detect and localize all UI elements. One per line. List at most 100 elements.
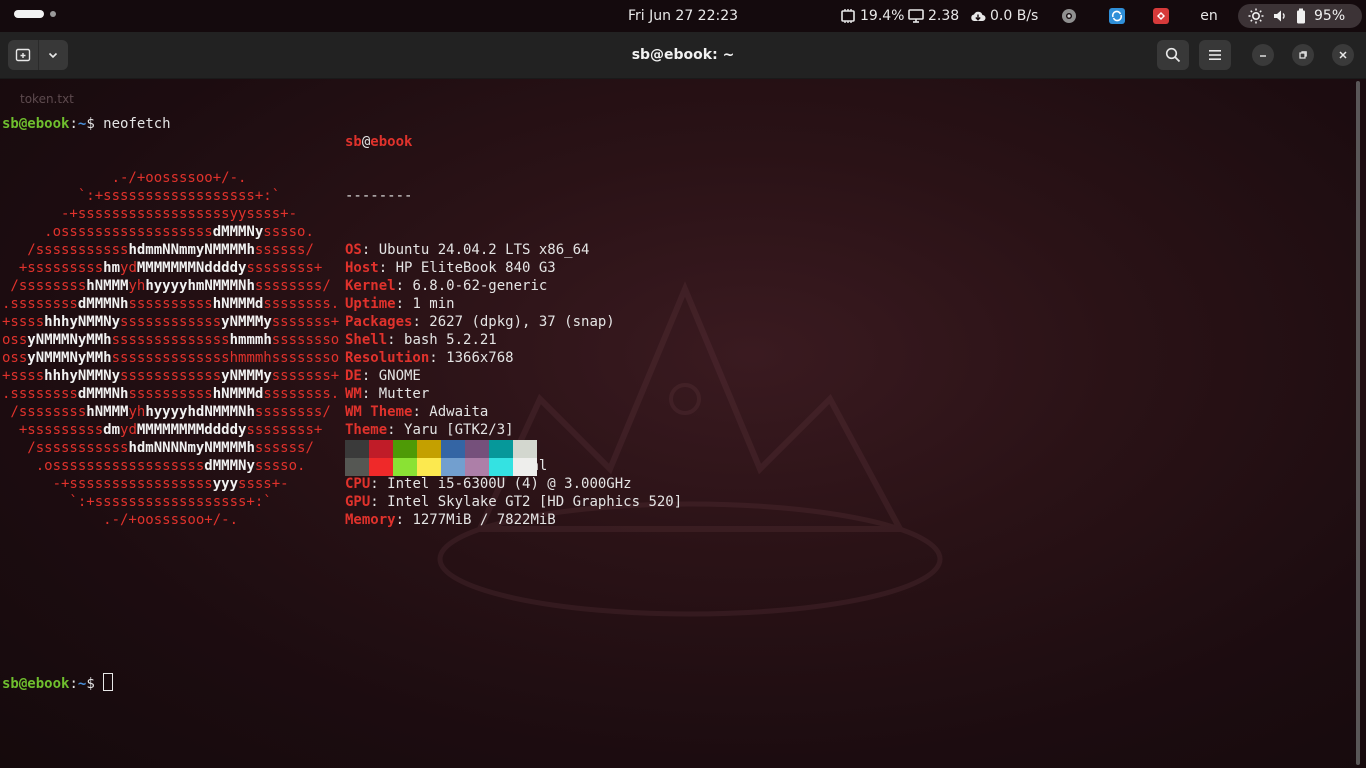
logo-line: ossyNMMMNyMMhsssssssssssssshmmmhssssssso — [2, 331, 339, 349]
logo-segment: ssssssss. — [263, 386, 340, 402]
info-key: CPU — [345, 476, 371, 492]
scrollbar[interactable] — [1356, 81, 1360, 765]
cpu-icon — [841, 9, 855, 23]
logo-segment: .-/+oossssoo+/-. — [2, 170, 247, 186]
load-indicator[interactable]: 2.38 — [908, 0, 959, 32]
info-host: ebook — [370, 134, 413, 150]
cpu-value: 19.4% — [860, 8, 905, 24]
info-user: sb — [345, 134, 362, 150]
prompt-separator: : — [69, 116, 78, 132]
logo-line: +sssshhhyNMMNyssssssssssssyNMMMysssssss+ — [2, 367, 339, 385]
logo-segment: sssso. — [263, 224, 314, 240]
color-swatch — [513, 440, 537, 458]
info-row: Resolution: 1366x768 — [345, 349, 682, 367]
prompt-separator: : — [69, 676, 78, 692]
logo-segment: ssssssso — [271, 332, 340, 348]
terminal-view[interactable]: token.txt sb@ebook:~$ neofetch .-/+oosss… — [0, 79, 1366, 768]
info-key: WM Theme — [345, 404, 413, 420]
logo-line: /ssssssssssshdmNNNNmyNMMMMhssssss/ — [2, 439, 339, 457]
network-indicator[interactable]: 0.0 B/s — [970, 0, 1038, 32]
info-key: GPU — [345, 494, 371, 510]
info-row: Shell: bash 5.2.21 — [345, 331, 682, 349]
logo-line: .-/+oossssoo+/-. — [2, 169, 339, 187]
system-info: sb@ebook -------- OS: Ubuntu 24.04.2 LTS… — [345, 97, 682, 565]
logo-segment: hNMMM — [86, 278, 129, 294]
color-swatch — [489, 440, 513, 458]
color-swatch — [465, 440, 489, 458]
monitor-icon — [908, 9, 924, 23]
logo-segment: /ssssssss — [2, 278, 87, 294]
workspace-indicator — [50, 11, 56, 17]
restore-button[interactable] — [1292, 44, 1314, 66]
quick-settings-menu[interactable]: 95% — [1238, 4, 1362, 28]
logo-segment: hhhyNMMNy — [44, 368, 121, 384]
logo-line: +ssssssssshmydMMMMMMMNddddyssssssss+ — [2, 259, 339, 277]
info-row: OS: Ubuntu 24.04.2 LTS x86_64 — [345, 241, 682, 259]
logo-line: /sssssssshNMMMyhhyyyyhdNMMMNhssssssss/ — [2, 403, 339, 421]
tray-item-blue-app[interactable] — [1108, 0, 1126, 32]
active-prompt-line[interactable]: sb@ebook:~$ — [2, 673, 339, 692]
logo-segment: ssssssss. — [263, 296, 340, 312]
hamburger-icon — [1209, 50, 1221, 60]
tray-item-red-app[interactable] — [1152, 0, 1170, 32]
main-menu-button[interactable] — [1199, 40, 1231, 70]
info-row: Uptime: 1 min — [345, 295, 682, 313]
info-row: GPU: Intel Skylake GT2 [HD Graphics 520] — [345, 493, 682, 511]
logo-segment: yh — [128, 278, 146, 294]
new-tab-dropdown-button[interactable] — [39, 40, 69, 70]
logo-line: ossyNMMMNyMMhsssssssssssssshmmmhssssssso — [2, 349, 339, 367]
info-key: Shell — [345, 332, 388, 348]
info-key: Memory — [345, 512, 396, 528]
logo-segment: yh — [128, 404, 146, 420]
logo-line: +sssshhhyNMMNyssssssssssssyNMMMysssssss+ — [2, 313, 339, 331]
close-button[interactable] — [1332, 44, 1354, 66]
typed-command: neofetch — [103, 116, 171, 132]
tray-item-syncthing[interactable] — [1060, 0, 1078, 32]
logo-segment: -+ssssssssssssssssssyyssss+- — [2, 206, 298, 222]
search-button[interactable] — [1157, 40, 1189, 70]
logo-segment: +sssssssss — [2, 422, 104, 438]
logo-segment: ssssssss/ — [254, 404, 331, 420]
info-value: 2627 (dpkg), 37 (snap) — [429, 314, 615, 330]
terminal-output: sb@ebook:~$ neofetch .-/+oossssoo+/-. `:… — [2, 79, 339, 727]
chevron-down-icon — [49, 52, 58, 59]
info-row: CPU: Intel i5-6300U (4) @ 3.000GHz — [345, 475, 682, 493]
color-swatch — [513, 458, 537, 476]
info-value: bash 5.2.21 — [404, 332, 497, 348]
logo-segment: /sssssssssss — [2, 440, 129, 456]
keyboard-layout-indicator[interactable]: en — [1196, 0, 1222, 32]
minimize-icon — [1260, 55, 1266, 57]
info-value: Mutter — [378, 386, 430, 402]
window-title: sb@ebook: ~ — [631, 47, 735, 63]
info-value: 1277MiB / 7822MiB — [412, 512, 556, 528]
new-tab-button[interactable] — [8, 40, 38, 70]
logo-segment: hNMMMd — [212, 296, 264, 312]
info-row: Packages: 2627 (dpkg), 37 (snap) — [345, 313, 682, 331]
info-key: Uptime — [345, 296, 396, 312]
minimize-button[interactable] — [1252, 44, 1274, 66]
network-value: 0.0 B/s — [990, 8, 1039, 24]
info-value: 1366x768 — [446, 350, 514, 366]
battery-percent: 95% — [1314, 8, 1346, 24]
info-colon: : — [395, 278, 413, 294]
logo-segment: hNMMM — [86, 404, 129, 420]
clock[interactable]: Fri Jun 27 22:23 — [560, 0, 806, 32]
color-swatch — [417, 440, 441, 458]
brightness-icon — [1248, 8, 1264, 24]
color-swatch — [345, 440, 369, 458]
logo-segment: hNMMMd — [212, 386, 264, 402]
logo-segment: dMMMNh — [77, 386, 129, 402]
cpu-indicator[interactable]: 19.4% — [840, 0, 904, 32]
info-colon: : — [378, 260, 396, 276]
logo-line: -+ssssssssssssssssssyyssss+- — [2, 205, 339, 223]
logo-segment: MMMMMMMMddddy — [136, 422, 247, 438]
close-icon — [1339, 51, 1347, 59]
logo-segment: .-/+oossssoo+/-. — [2, 512, 239, 528]
activities-button[interactable] — [14, 10, 56, 18]
prompt-user: sb@ebook — [2, 116, 70, 132]
logo-segment: ssssssss/ — [254, 278, 331, 294]
info-row: Kernel: 6.8.0-62-generic — [345, 277, 682, 295]
header-bar: sb@ebook: ~ — [0, 32, 1366, 79]
